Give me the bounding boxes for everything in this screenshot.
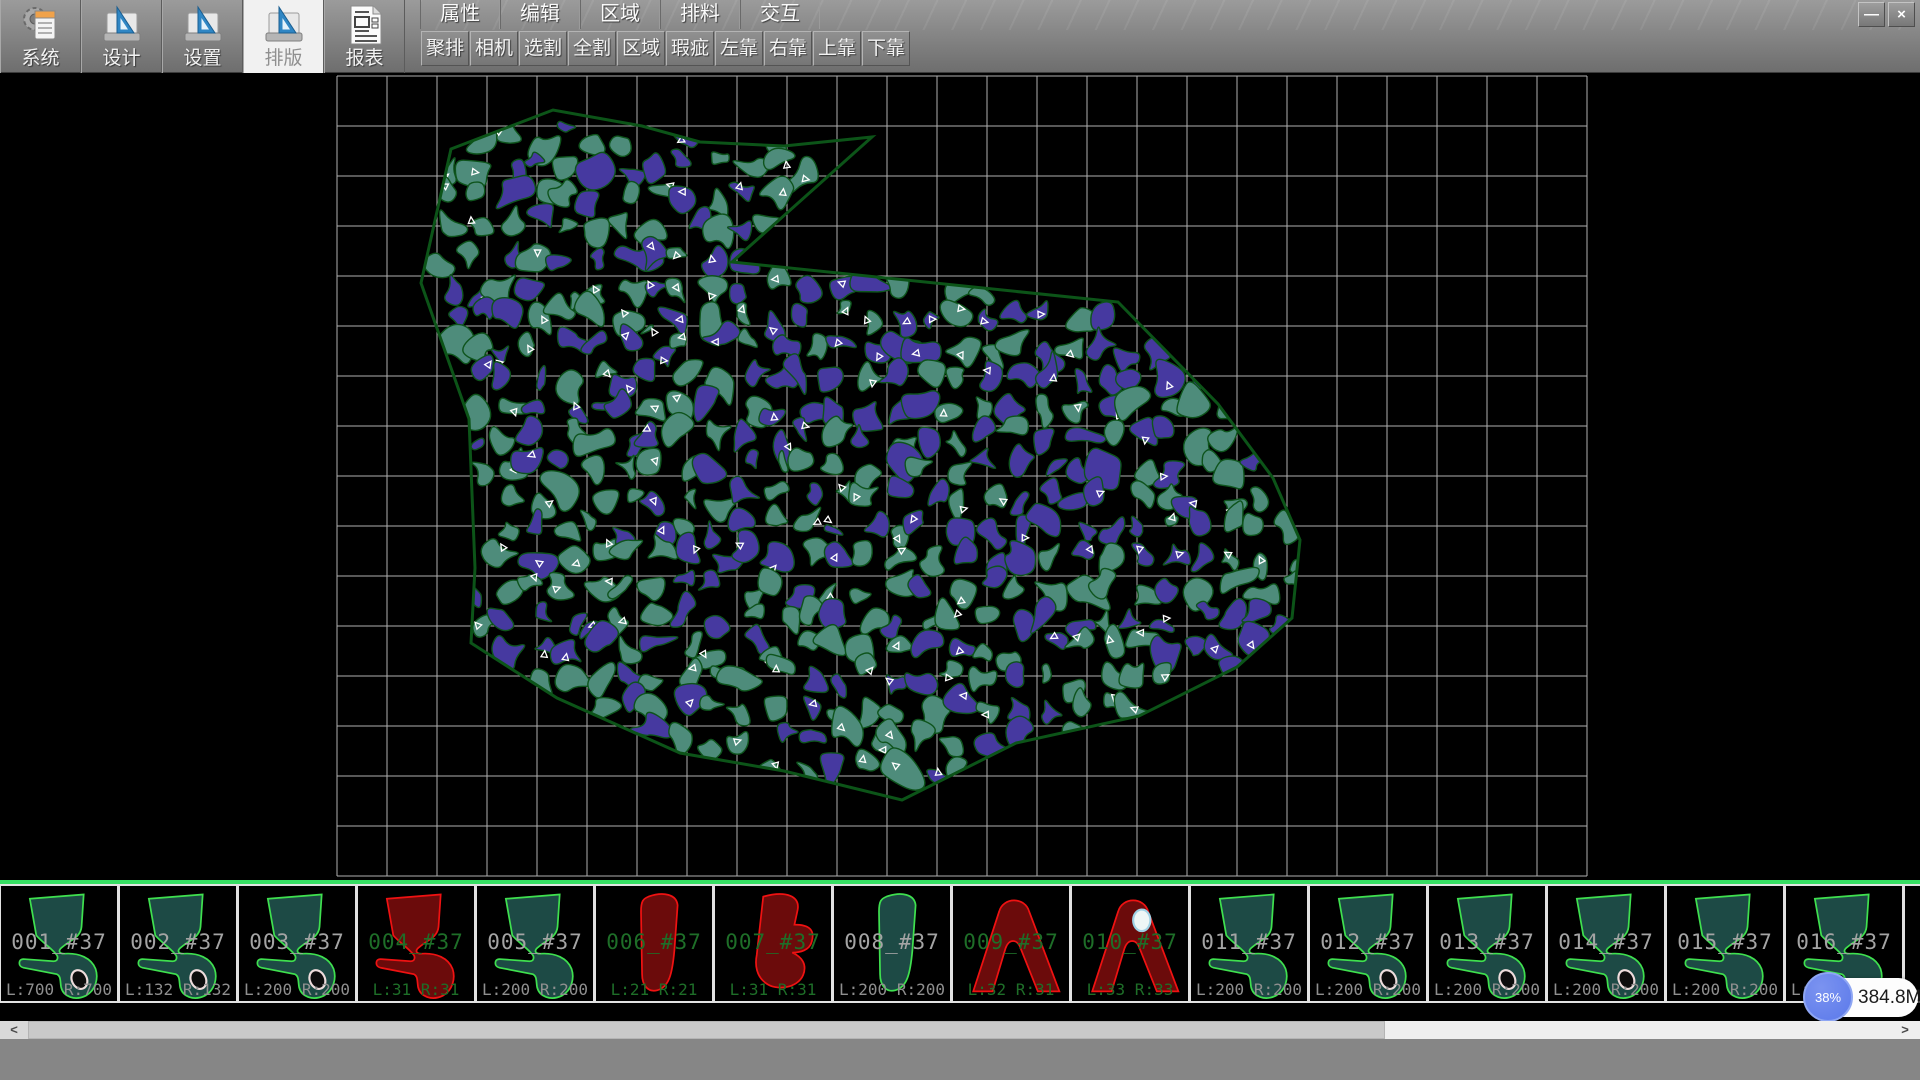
- piece-shape: [1671, 888, 1781, 1000]
- tool-button-bar: 聚排相机选割全割区域瑕疵左靠右靠上靠下靠: [421, 31, 911, 66]
- nesting-canvas-svg: [0, 73, 1920, 880]
- layout-icon: [262, 3, 306, 47]
- tool-button-8[interactable]: 右靠: [764, 31, 812, 66]
- tool-button-1[interactable]: 聚排: [421, 31, 469, 66]
- thumbnail-cell-8[interactable]: 008_#37L:200 R:200: [833, 884, 952, 1003]
- thumbnail-cells: 001_#37L:700 R:700002_#37L:132 R:132003_…: [0, 884, 1920, 1003]
- thumbnail-cell-6[interactable]: 006_#37L:21 R:21: [595, 884, 714, 1003]
- horizontal-scrollbar[interactable]: < >: [0, 1021, 1920, 1039]
- piece-shape: [1314, 888, 1424, 1000]
- main-button-label: 设计: [102, 47, 140, 71]
- design-icon: [100, 3, 144, 47]
- thumbnail-cell-13[interactable]: 013_#37L:200 R:200: [1428, 884, 1547, 1003]
- main-button-label: 设置: [183, 47, 221, 71]
- piece-shape: [362, 888, 472, 1000]
- memory-usage-badge: 38% 384.8M: [1806, 978, 1918, 1017]
- piece-shape: [124, 888, 234, 1000]
- main-button-3[interactable]: 设置: [162, 0, 243, 73]
- tool-button-10[interactable]: 下靠: [862, 31, 910, 66]
- piece-shape: [719, 888, 829, 1000]
- thumbnail-cell-3[interactable]: 003_#37L:200 R:200: [238, 884, 357, 1003]
- main-button-bar: 系统 设计 设置 排版 报表: [0, 0, 405, 73]
- piece-shape: [1552, 888, 1662, 1000]
- thumbnail-cell-14[interactable]: 014_#37L:200 R:200: [1547, 884, 1666, 1003]
- tool-button-9[interactable]: 上靠: [813, 31, 861, 66]
- piece-shape: [243, 888, 353, 1000]
- menu-tab-5[interactable]: 交互: [740, 0, 820, 29]
- thumbnail-cell-4[interactable]: 004_#37L:31 R:31: [357, 884, 476, 1003]
- memory-value-label: 384.8M: [1858, 978, 1920, 1017]
- thumbnail-cell-7[interactable]: 007_#37L:31 R:31: [714, 884, 833, 1003]
- tool-button-6[interactable]: 瑕疵: [666, 31, 714, 66]
- piece-shape: [5, 888, 115, 1000]
- thumbnail-cell-12[interactable]: 012_#37L:200 R:200: [1309, 884, 1428, 1003]
- main-button-1[interactable]: 系统: [0, 0, 81, 73]
- toolbar: 系统设计设置排版报表 属性编辑区域排料交互 聚排相机选割全割区域瑕疵左靠右靠上靠…: [0, 0, 1920, 73]
- thumbnail-cell-15[interactable]: 015_#37L:200 R:200: [1666, 884, 1785, 1003]
- status-bar: [0, 1039, 1920, 1080]
- window-controls: — ×: [1855, 2, 1915, 27]
- piece-thumbnail-strip: 001_#37L:700 R:700002_#37L:132 R:132003_…: [0, 880, 1920, 1021]
- scroll-right-arrow-icon[interactable]: >: [1890, 1021, 1920, 1039]
- menu-tab-bar: 属性编辑区域排料交互: [420, 0, 820, 29]
- scroll-left-arrow-icon[interactable]: <: [0, 1021, 28, 1039]
- minimize-button[interactable]: —: [1858, 2, 1885, 27]
- menu-tab-3[interactable]: 区域: [580, 0, 660, 29]
- tool-button-4[interactable]: 全割: [568, 31, 616, 66]
- nesting-canvas[interactable]: [0, 73, 1920, 880]
- thumbnail-cell-5[interactable]: 005_#37L:200 R:200: [476, 884, 595, 1003]
- tool-button-3[interactable]: 选割: [519, 31, 567, 66]
- tool-button-5[interactable]: 区域: [617, 31, 665, 66]
- menu-tab-4[interactable]: 排料: [660, 0, 740, 29]
- thumbnail-cell-10[interactable]: 010_#37L:33 R:33: [1071, 884, 1190, 1003]
- piece-shape: [957, 888, 1067, 1000]
- app-window: 系统设计设置排版报表 属性编辑区域排料交互 聚排相机选割全割区域瑕疵左靠右靠上靠…: [0, 0, 1920, 1080]
- main-button-label: 报表: [345, 47, 383, 71]
- tool-button-2[interactable]: 相机: [470, 31, 518, 66]
- main-button-2[interactable]: 设计: [81, 0, 162, 73]
- settings-icon: [181, 3, 225, 47]
- memory-percent-circle: 38%: [1803, 972, 1853, 1022]
- main-button-5[interactable]: 报表: [324, 0, 405, 73]
- report-icon: [343, 3, 387, 47]
- piece-shape: [838, 888, 948, 1000]
- piece-shape: [481, 888, 591, 1000]
- piece-shape: [1076, 888, 1186, 1000]
- tool-button-7[interactable]: 左靠: [715, 31, 763, 66]
- thumbnail-cell-1[interactable]: 001_#37L:700 R:700: [0, 884, 119, 1003]
- system-icon: [19, 3, 63, 47]
- main-button-label: 排版: [264, 47, 302, 71]
- piece-shape: [1433, 888, 1543, 1000]
- main-button-4[interactable]: 排版: [243, 0, 324, 73]
- close-button[interactable]: ×: [1888, 2, 1915, 27]
- thumbnail-cell-2[interactable]: 002_#37L:132 R:132: [119, 884, 238, 1003]
- scrollbar-thumb[interactable]: [28, 1021, 1385, 1039]
- piece-shape: [600, 888, 710, 1000]
- thumbnail-cell-9[interactable]: 009_#37L:32 R:31: [952, 884, 1071, 1003]
- main-button-label: 系统: [21, 47, 59, 71]
- thumbnail-cell-11[interactable]: 011_#37L:200 R:200: [1190, 884, 1309, 1003]
- menu-tab-2[interactable]: 编辑: [500, 0, 580, 29]
- menu-tab-1[interactable]: 属性: [420, 0, 500, 29]
- piece-shape: [1195, 888, 1305, 1000]
